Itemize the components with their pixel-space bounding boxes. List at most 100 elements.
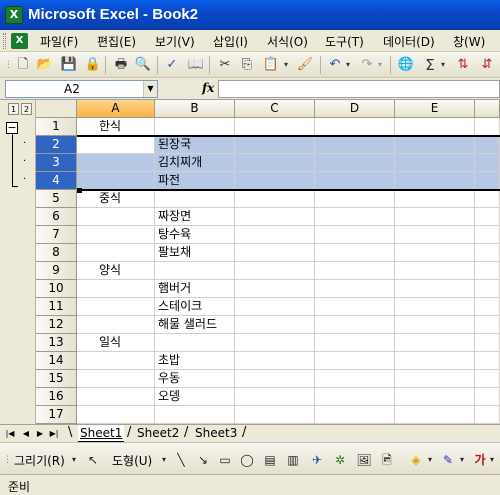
cell[interactable] xyxy=(395,388,475,406)
row-header[interactable]: 10 xyxy=(36,280,77,298)
cell[interactable] xyxy=(315,244,395,262)
row-header[interactable]: 1 xyxy=(36,118,77,136)
cell[interactable] xyxy=(315,172,395,190)
cell[interactable] xyxy=(475,154,500,172)
cell[interactable] xyxy=(475,334,500,352)
cell[interactable] xyxy=(395,298,475,316)
cell[interactable]: 짜장면 xyxy=(155,208,235,226)
cell[interactable] xyxy=(77,172,155,190)
row-header[interactable]: 13 xyxy=(36,334,77,352)
row-header[interactable]: 12 xyxy=(36,316,77,334)
cell[interactable] xyxy=(235,190,315,208)
menu-tools[interactable]: 도구(T) xyxy=(325,33,364,50)
cell[interactable] xyxy=(315,406,395,424)
paste-dropdown-icon[interactable]: ▾ xyxy=(282,56,290,74)
cell[interactable] xyxy=(475,388,500,406)
cell[interactable]: 탕수육 xyxy=(155,226,235,244)
diagram-icon[interactable]: ✲ xyxy=(332,452,348,468)
toolbar-grip[interactable]: ⋮ xyxy=(3,452,12,468)
insert-function-icon[interactable]: fx xyxy=(202,81,214,95)
autoshapes-button[interactable]: 도형(U) xyxy=(112,452,152,469)
cell[interactable] xyxy=(155,190,235,208)
tab-sheet2[interactable]: Sheet2 xyxy=(135,425,181,442)
row-header[interactable]: 4 xyxy=(36,172,77,190)
cell[interactable]: 햄버거 xyxy=(155,280,235,298)
cell[interactable] xyxy=(315,280,395,298)
name-box-dropdown-icon[interactable]: ▼ xyxy=(143,81,157,97)
outline-level-2-button[interactable]: 2 xyxy=(21,103,32,115)
autoshapes-dropdown-icon[interactable]: ▾ xyxy=(160,452,168,468)
cell[interactable]: 팔보채 xyxy=(155,244,235,262)
toolbar-grip[interactable]: ⋮ xyxy=(4,56,13,74)
cell[interactable]: 된장국 xyxy=(155,136,235,154)
cell[interactable] xyxy=(315,334,395,352)
autosum-icon[interactable]: Σ xyxy=(421,56,439,74)
row-header[interactable]: 17 xyxy=(36,406,77,424)
cell[interactable] xyxy=(475,316,500,334)
select-all-button[interactable] xyxy=(36,100,77,118)
cell[interactable] xyxy=(315,262,395,280)
font-color-dropdown-icon[interactable]: ▾ xyxy=(488,452,496,468)
cell[interactable] xyxy=(475,172,500,190)
menu-view[interactable]: 보기(V) xyxy=(155,33,195,50)
row-header[interactable]: 16 xyxy=(36,388,77,406)
new-file-icon[interactable]: 🗋 xyxy=(14,56,32,74)
spelling-icon[interactable]: ✓ xyxy=(163,56,181,74)
prev-sheet-icon[interactable]: ◀ xyxy=(20,427,32,440)
cell[interactable]: 스테이크 xyxy=(155,298,235,316)
row-header[interactable]: 9 xyxy=(36,262,77,280)
column-header-b[interactable]: B xyxy=(155,100,235,118)
print-preview-icon[interactable]: 🔍 xyxy=(134,56,152,74)
cell[interactable] xyxy=(395,316,475,334)
cell[interactable] xyxy=(395,208,475,226)
cell[interactable] xyxy=(475,244,500,262)
row-header[interactable]: 3 xyxy=(36,154,77,172)
menu-file[interactable]: 파일(F) xyxy=(40,33,78,50)
tab-sheet3[interactable]: Sheet3 xyxy=(193,425,239,442)
cell[interactable] xyxy=(475,370,500,388)
copy-icon[interactable]: ⎘ xyxy=(238,56,256,74)
cell[interactable] xyxy=(77,244,155,262)
sort-descending-icon[interactable]: ⇵ xyxy=(478,56,496,74)
cell[interactable] xyxy=(77,298,155,316)
menu-format[interactable]: 서식(O) xyxy=(267,33,308,50)
cell[interactable] xyxy=(475,262,500,280)
font-color-icon[interactable]: 가 xyxy=(472,452,488,468)
row-header[interactable]: 5 xyxy=(36,190,77,208)
cell[interactable] xyxy=(315,370,395,388)
cell[interactable] xyxy=(235,154,315,172)
cell[interactable] xyxy=(235,298,315,316)
column-header-e[interactable]: E xyxy=(395,100,475,118)
cell[interactable] xyxy=(77,406,155,424)
formula-input[interactable] xyxy=(218,80,500,98)
autosum-dropdown-icon[interactable]: ▾ xyxy=(439,56,447,74)
cell[interactable] xyxy=(475,208,500,226)
cell[interactable] xyxy=(235,388,315,406)
cell[interactable] xyxy=(475,280,500,298)
row-header[interactable]: 7 xyxy=(36,226,77,244)
cell[interactable] xyxy=(395,406,475,424)
cell[interactable] xyxy=(395,190,475,208)
menu-insert[interactable]: 삽입(I) xyxy=(213,33,248,50)
cell[interactable]: 우동 xyxy=(155,370,235,388)
vertical-textbox-icon[interactable]: ▥ xyxy=(285,452,301,468)
draw-menu-dropdown-icon[interactable]: ▾ xyxy=(70,452,78,468)
cell[interactable] xyxy=(395,262,475,280)
sort-ascending-icon[interactable]: ⇅ xyxy=(454,56,472,74)
cell[interactable] xyxy=(235,280,315,298)
cell[interactable] xyxy=(235,262,315,280)
row-header[interactable]: 8 xyxy=(36,244,77,262)
fill-color-icon[interactable]: ◈ xyxy=(408,452,424,468)
cell[interactable]: 한식 xyxy=(77,118,155,136)
cell[interactable] xyxy=(395,154,475,172)
row-header[interactable]: 2 xyxy=(36,136,77,154)
cell[interactable] xyxy=(475,406,500,424)
format-painter-icon[interactable]: 🖌 xyxy=(296,56,314,74)
cell[interactable] xyxy=(475,298,500,316)
cell[interactable] xyxy=(475,226,500,244)
cell[interactable] xyxy=(235,352,315,370)
outline-collapse-button[interactable]: − xyxy=(6,122,18,134)
undo-icon[interactable]: ↶ xyxy=(326,56,344,74)
cell[interactable]: 양식 xyxy=(77,262,155,280)
cell[interactable] xyxy=(395,136,475,154)
